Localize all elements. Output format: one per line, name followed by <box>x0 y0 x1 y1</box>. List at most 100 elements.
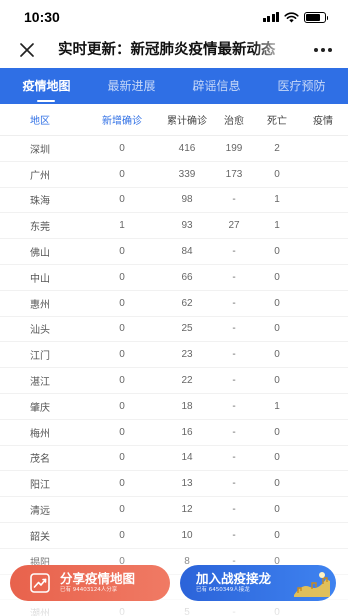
cured-cell: - <box>232 529 236 541</box>
region-name: 肇庆 <box>30 402 50 414</box>
region-name: 佛山 <box>30 248 50 260</box>
total-confirmed-cell: 339 <box>178 168 196 180</box>
table-row[interactable]: 佛山 0 84 - 0 <box>0 239 348 265</box>
cured-cell: 173 <box>225 168 243 180</box>
region-name: 茂名 <box>30 454 50 466</box>
status-icons <box>262 11 328 23</box>
cured-cell: - <box>232 375 236 387</box>
tab-epidemic-map[interactable]: 疫情地图 <box>22 68 71 104</box>
table-row[interactable]: 肇庆 0 18 - 1 <box>0 394 348 420</box>
join-relay-button[interactable]: 加入战疫接龙 已有 6450349人接龙 <box>180 565 336 601</box>
table-row[interactable]: 惠州 0 62 - 0 <box>0 291 348 317</box>
deaths-cell: 2 <box>274 142 280 154</box>
cured-cell: - <box>232 349 236 361</box>
new-confirmed-cell: 0 <box>119 375 125 387</box>
table-row[interactable]: 汕头 0 25 - 0 <box>0 317 348 343</box>
status-bar: 10:30 <box>0 0 348 34</box>
cured-cell: - <box>232 504 236 516</box>
deaths-cell: 0 <box>274 375 280 387</box>
total-confirmed-cell: 416 <box>178 142 196 154</box>
table-row[interactable]: 茂名 0 14 - 0 <box>0 446 348 472</box>
cured-cell: - <box>232 323 236 335</box>
region-name: 珠海 <box>30 196 50 208</box>
wifi-icon <box>284 11 299 22</box>
more-dot-icon <box>321 48 325 52</box>
region-name: 韶关 <box>30 531 50 543</box>
deaths-cell: 0 <box>274 168 280 180</box>
tab-latest-progress[interactable]: 最新进展 <box>107 68 155 104</box>
region-table: 深圳 0 416 199 2 广州 0 339 173 0 珠海 0 98 - 1 东莞 1 93 27 1 佛山 0 84… <box>0 136 348 616</box>
battery-icon <box>304 11 328 23</box>
region-name: 阳江 <box>30 480 50 492</box>
table-row[interactable]: 中山 0 66 - 0 <box>0 265 348 291</box>
tab-rumor-debunk[interactable]: 辟谣信息 <box>192 68 240 104</box>
new-confirmed-cell: 1 <box>119 220 125 232</box>
total-confirmed-cell: 66 <box>181 271 193 283</box>
new-confirmed-cell: 0 <box>119 142 125 154</box>
table-row[interactable]: 韶关 0 10 - 0 <box>0 523 348 549</box>
table-row[interactable]: 珠海 0 98 - 1 <box>0 188 348 214</box>
total-confirmed-cell: 5 <box>184 607 190 616</box>
region-name: 江门 <box>30 351 50 363</box>
new-confirmed-cell: 0 <box>119 297 125 309</box>
deaths-cell: 0 <box>274 426 280 438</box>
total-confirmed-cell: 22 <box>181 375 193 387</box>
region-name: 清远 <box>30 506 50 518</box>
new-confirmed-cell: 0 <box>119 529 125 541</box>
total-confirmed-cell: 14 <box>181 452 193 464</box>
table-row[interactable]: 阳江 0 13 - 0 <box>0 471 348 498</box>
column-header-epidemic[interactable]: 疫情 <box>298 112 348 127</box>
total-confirmed-cell: 12 <box>181 504 193 516</box>
new-confirmed-cell: 0 <box>119 607 125 616</box>
cured-cell: 199 <box>225 142 243 154</box>
table-row[interactable]: 东莞 1 93 27 1 <box>0 213 348 240</box>
more-options-button[interactable] <box>314 44 332 56</box>
new-confirmed-cell: 0 <box>119 246 125 258</box>
region-name: 湛江 <box>30 377 50 389</box>
column-header-deaths[interactable]: 死亡 <box>256 112 298 127</box>
table-row[interactable]: 深圳 0 416 199 2 <box>0 136 348 162</box>
column-header-region[interactable]: 地区 <box>0 112 82 127</box>
bottom-actions: 分享疫情地图 已有 94403124人分享 加入战疫接龙 已有 6450349人… <box>10 565 336 601</box>
cured-cell: - <box>232 246 236 258</box>
cured-cell: - <box>232 607 236 616</box>
table-row[interactable]: 广州 0 339 173 0 <box>0 162 348 188</box>
cured-cell: - <box>232 452 236 464</box>
more-dot-icon <box>328 48 332 52</box>
new-confirmed-cell: 0 <box>119 168 125 180</box>
share-map-button[interactable]: 分享疫情地图 已有 94403124人分享 <box>10 565 170 601</box>
tab-bar: 疫情地图 最新进展 辟谣信息 医疗预防 <box>0 68 348 104</box>
cellular-signal-icon <box>262 12 279 22</box>
tab-medical-prevention[interactable]: 医疗预防 <box>277 68 325 104</box>
share-button-label: 分享疫情地图 <box>60 570 136 586</box>
column-header-new-confirmed[interactable]: 新增确诊 <box>82 112 162 127</box>
deaths-cell: 0 <box>274 271 280 283</box>
table-row[interactable]: 湛江 0 22 - 0 <box>0 368 348 394</box>
table-row[interactable]: 潮州 0 5 - 0 <box>0 600 348 616</box>
share-chart-icon <box>30 573 50 593</box>
region-name: 梅州 <box>30 428 50 440</box>
region-name: 东莞 <box>30 222 50 234</box>
new-confirmed-cell: 0 <box>119 323 125 335</box>
table-row[interactable]: 梅州 0 16 - 0 <box>0 420 348 446</box>
total-confirmed-cell: 18 <box>181 400 193 412</box>
status-time: 10:30 <box>24 9 60 25</box>
more-dot-icon <box>314 48 318 52</box>
deaths-cell: 0 <box>274 246 280 258</box>
deaths-cell: 0 <box>274 323 280 335</box>
cured-cell: - <box>232 194 236 206</box>
deaths-cell: 1 <box>274 194 280 206</box>
column-header-cured[interactable]: 治愈 <box>212 112 256 127</box>
deaths-cell: 0 <box>274 349 280 361</box>
deaths-cell: 0 <box>274 297 280 309</box>
table-header: 地区 新增确诊 累计确诊 治愈 死亡 疫情 <box>0 104 348 136</box>
close-button[interactable] <box>18 41 36 59</box>
deaths-cell: 0 <box>274 452 280 464</box>
region-name: 中山 <box>30 273 50 285</box>
region-name: 潮州 <box>30 609 50 616</box>
column-header-total-confirmed[interactable]: 累计确诊 <box>162 112 212 127</box>
table-row[interactable]: 清远 0 12 - 0 <box>0 497 348 523</box>
total-confirmed-cell: 98 <box>181 194 193 206</box>
new-confirmed-cell: 0 <box>119 194 125 206</box>
table-row[interactable]: 江门 0 23 - 0 <box>0 342 348 369</box>
